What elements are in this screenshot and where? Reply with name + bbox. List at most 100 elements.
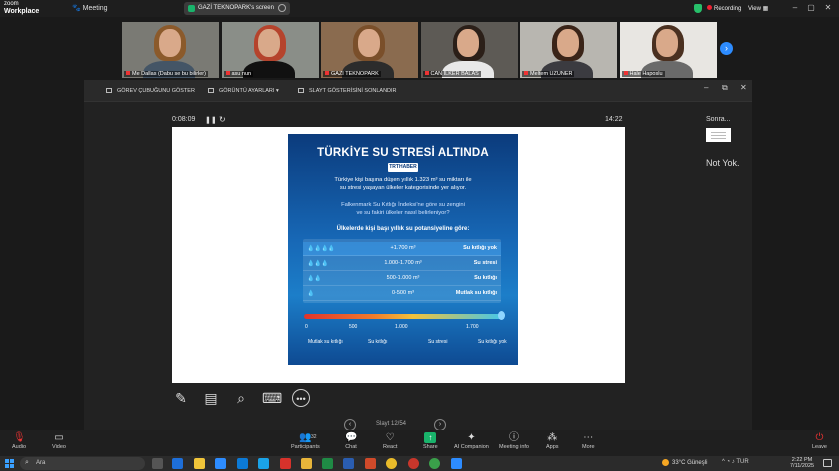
close-icon[interactable]: ✕ bbox=[823, 3, 833, 13]
slides-grid-icon[interactable]: ▤ bbox=[202, 389, 220, 407]
recording-indicator[interactable]: Recording bbox=[707, 5, 741, 12]
slide-counter: Slayt 12/54 bbox=[376, 421, 407, 427]
more-button[interactable]: ⋯ More bbox=[582, 432, 595, 450]
share-restore-icon[interactable]: ⧉ bbox=[722, 83, 728, 93]
zoom-icon[interactable]: ⌕ bbox=[232, 389, 250, 407]
participant-tile[interactable]: Meltem UZUNER bbox=[520, 22, 617, 78]
participant-face bbox=[258, 28, 281, 57]
participant-name: Hale Haposlu bbox=[621, 71, 665, 77]
slideshow-icon bbox=[298, 88, 304, 94]
water-category-row: 💧 0-500 m³ Mutlak su kıtlığı bbox=[303, 287, 501, 301]
video-button[interactable]: ▭ Video bbox=[52, 432, 66, 450]
scale-category: Su kıtlığı bbox=[368, 339, 388, 345]
participant-face bbox=[357, 28, 380, 57]
screen-icon[interactable]: ⌨ bbox=[262, 389, 282, 407]
apps-button[interactable]: ⁂ Apps bbox=[546, 432, 559, 450]
chrome-alt-icon[interactable] bbox=[429, 458, 440, 469]
restart-timer-icon[interactable]: ↻ bbox=[219, 115, 226, 124]
store-icon[interactable] bbox=[215, 458, 226, 469]
view-button[interactable]: View ▦ bbox=[748, 5, 768, 12]
browser-icon[interactable] bbox=[237, 458, 248, 469]
pause-icon[interactable]: ❚❚ bbox=[205, 116, 217, 124]
system-clock[interactable]: 2:22 PM 7/11/2025 bbox=[790, 457, 814, 469]
minimize-icon[interactable]: – bbox=[790, 3, 800, 13]
heart-icon: ♡ bbox=[385, 432, 395, 443]
next-slide-thumbnail[interactable] bbox=[706, 128, 731, 142]
chevron-right-icon[interactable]: › bbox=[720, 42, 733, 55]
more-icon[interactable]: ••• bbox=[292, 389, 310, 407]
screen-share-tab[interactable]: GAZİ TEKNOPARK's screen bbox=[184, 2, 290, 15]
pen-icon[interactable]: ✎ bbox=[172, 389, 190, 407]
edge-icon[interactable] bbox=[172, 458, 183, 469]
water-stress-infographic: TÜRKİYE SU STRESİ ALTINDA TRTHABER Türki… bbox=[288, 134, 518, 365]
task-view-icon[interactable] bbox=[152, 458, 163, 469]
word-icon[interactable] bbox=[343, 458, 354, 469]
scale-tick: 500 bbox=[349, 324, 358, 330]
chrome-profile-icon[interactable] bbox=[408, 458, 419, 469]
participant-tile[interactable]: asu nun bbox=[221, 22, 319, 78]
participant-face bbox=[158, 28, 181, 57]
mic-muted-icon: 🎙 bbox=[13, 432, 26, 443]
search-icon: ⌕ bbox=[25, 459, 29, 466]
file-explorer-icon[interactable] bbox=[194, 458, 205, 469]
scale-category: Mutlak su kıtlığı bbox=[308, 339, 343, 345]
react-button[interactable]: ♡ React bbox=[383, 432, 397, 450]
water-category-label: Su kıtlığı yok bbox=[463, 245, 497, 251]
chat-icon: 💬 bbox=[345, 432, 358, 443]
zoom-app-icon[interactable] bbox=[451, 458, 462, 469]
ai-companion-button[interactable]: ✦ AI Companion bbox=[454, 432, 489, 450]
water-category-label: Mutlak su kıtlığı bbox=[455, 290, 497, 296]
shield-icon[interactable] bbox=[694, 4, 702, 13]
participant-tile[interactable]: Me Dallas (Dabu se bu bilirler) bbox=[122, 22, 219, 78]
excel-icon[interactable] bbox=[322, 458, 333, 469]
participant-tile[interactable]: Hale Haposlu bbox=[619, 22, 717, 78]
water-drops-icon: 💧💧💧💧 bbox=[307, 246, 335, 252]
water-category-row: 💧💧 500-1.000 m³ Su kıtlığı bbox=[303, 272, 501, 286]
participant-tile[interactable]: GAZİ TEKNOPARK bbox=[321, 22, 418, 78]
participant-name: Me Dallas (Dabu se bu bilirler) bbox=[124, 71, 208, 77]
share-button[interactable]: ↑ Share bbox=[423, 432, 438, 450]
maximize-icon[interactable]: ▢ bbox=[806, 3, 816, 13]
infographic-subheading: Ülkelerde kişi başı yıllık su potansiyel… bbox=[336, 226, 470, 232]
scale-category: Su kıtlığı yok bbox=[478, 339, 507, 345]
end-slideshow-button[interactable]: SLAYT GÖSTERİSİNİ SONLANDIR bbox=[298, 88, 397, 94]
mic-muted-icon bbox=[126, 71, 130, 75]
tab-options-icon[interactable] bbox=[278, 4, 286, 12]
participant-face bbox=[556, 28, 579, 57]
notification-icon[interactable] bbox=[823, 459, 832, 467]
mic-muted-icon bbox=[623, 71, 628, 75]
taskbar-search[interactable]: ⌕ Ara bbox=[20, 457, 145, 470]
scale-tick: 1.000 bbox=[395, 324, 408, 330]
chrome-icon[interactable] bbox=[386, 458, 397, 469]
powerpoint-icon[interactable] bbox=[365, 458, 376, 469]
share-screen-icon: ↑ bbox=[424, 432, 437, 443]
edge-blue-icon[interactable] bbox=[258, 458, 269, 469]
weather-widget[interactable]: 33°C Güneşli bbox=[662, 459, 707, 466]
app-logo: zoom Workplace bbox=[4, 1, 39, 15]
share-minimize-icon[interactable]: – bbox=[704, 83, 708, 92]
folder-icon[interactable] bbox=[301, 458, 312, 469]
mic-muted-icon bbox=[524, 71, 528, 75]
share-close-icon[interactable]: ✕ bbox=[740, 83, 747, 92]
info-icon: ⓘ bbox=[508, 432, 519, 443]
leave-button[interactable]: ⏻ Leave bbox=[812, 432, 827, 450]
participant-gallery: Me Dallas (Dabu se bu bilirler) asu nun GA… bbox=[122, 22, 718, 78]
windows-start-icon[interactable] bbox=[5, 459, 14, 468]
water-category-row: 💧💧💧💧 +1.700 m³ Su kıtlığı yok bbox=[303, 242, 501, 256]
display-settings-button[interactable]: GÖRÜNTÜ AYARLARI ▾ bbox=[208, 88, 279, 94]
chat-button[interactable]: 💬 Chat bbox=[345, 432, 357, 450]
sun-icon bbox=[662, 459, 669, 466]
participant-name: Meltem UZUNER bbox=[522, 71, 575, 77]
audio-button[interactable]: 🎙 Audio bbox=[12, 432, 26, 450]
participant-name: asu nun bbox=[223, 71, 254, 77]
system-tray[interactable]: ^ ◔ ♪ TUR bbox=[722, 459, 749, 465]
scale-category: Su stresi bbox=[428, 339, 448, 345]
acrobat-icon[interactable] bbox=[280, 458, 291, 469]
app-name: Workplace bbox=[4, 8, 40, 15]
water-range: +1.700 m³ bbox=[390, 245, 416, 251]
participants-count: 32 bbox=[311, 434, 317, 440]
meeting-info-button[interactable]: ⓘ Meeting info bbox=[499, 432, 529, 450]
water-range: 500-1.000 m³ bbox=[386, 275, 420, 281]
show-taskbar-button[interactable]: GÖREV ÇUBUĞUNU GÖSTER bbox=[106, 88, 195, 94]
participant-tile[interactable]: CAN İLKER BALAS bbox=[420, 22, 518, 78]
